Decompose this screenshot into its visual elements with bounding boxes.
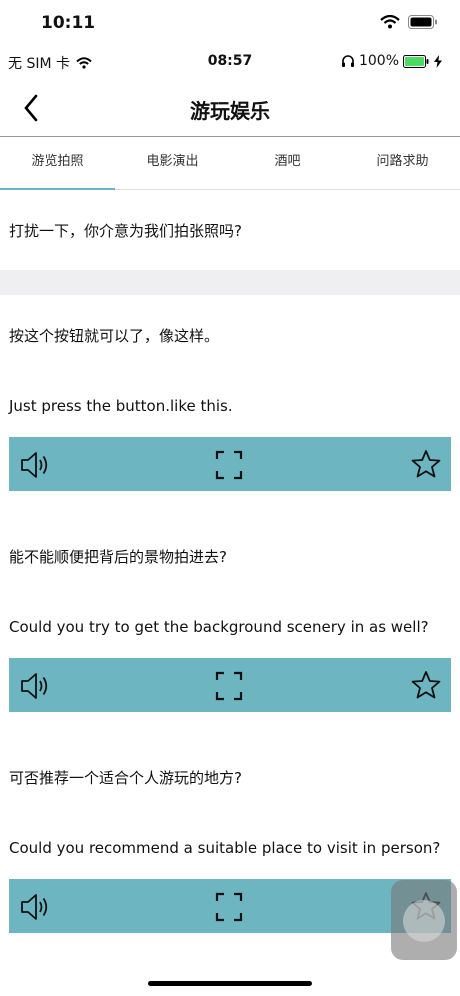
expand-icon[interactable] bbox=[215, 892, 243, 922]
wifi-icon bbox=[380, 15, 400, 29]
phrase-action-bar bbox=[9, 437, 451, 491]
phrase-english: Could you recommend a suitable place to … bbox=[9, 839, 441, 857]
carrier-status-bar: 无 SIM 卡 08:57 100% bbox=[0, 50, 460, 76]
page-title: 游玩娱乐 bbox=[190, 99, 270, 123]
phrase-english: Could you try to get the background scen… bbox=[9, 618, 429, 636]
star-icon[interactable] bbox=[411, 449, 441, 479]
phrase-action-bar bbox=[9, 879, 451, 933]
battery-icon bbox=[403, 54, 429, 68]
phrase-card: 能不能顺便把背后的景物拍进去? Could you try to get the… bbox=[0, 516, 460, 712]
phrase-card: 按这个按钮就可以了，像这样。 Just press the button.lik… bbox=[0, 295, 460, 491]
phrase-chinese: 按这个按钮就可以了，像这样。 bbox=[9, 326, 220, 345]
battery-icon bbox=[408, 15, 437, 29]
speaker-icon[interactable] bbox=[19, 450, 49, 480]
phrase-header: 打扰一下，你介意为我们拍张照吗? bbox=[0, 190, 460, 270]
star-icon[interactable] bbox=[411, 670, 441, 700]
category-tabs: 游览拍照 电影演出 酒吧 问路求助 bbox=[0, 137, 460, 190]
tab-sightseeing[interactable]: 游览拍照 bbox=[0, 137, 115, 190]
phrase-list: 打扰一下，你介意为我们拍张照吗? 按这个按钮就可以了，像这样。 Just pre… bbox=[0, 190, 460, 958]
assistive-touch-button[interactable] bbox=[391, 880, 457, 960]
tab-directions[interactable]: 问路求助 bbox=[345, 137, 460, 189]
status-icons bbox=[380, 15, 438, 29]
tab-bar[interactable]: 酒吧 bbox=[230, 137, 345, 189]
assistive-touch-inner bbox=[403, 900, 445, 942]
phrase-chinese: 能不能顺便把背后的景物拍进去? bbox=[9, 547, 227, 566]
expand-icon[interactable] bbox=[215, 671, 243, 701]
phrase-english: Just press the button.like this. bbox=[9, 397, 233, 415]
speaker-icon[interactable] bbox=[19, 892, 49, 922]
phrase-chinese: 可否推荐一个适合个人游玩的地方? bbox=[9, 768, 242, 787]
navigation-bar: 游玩娱乐 bbox=[0, 80, 460, 137]
home-indicator[interactable] bbox=[148, 981, 312, 986]
headphones-icon bbox=[341, 55, 354, 67]
phrase-action-bar bbox=[9, 658, 451, 712]
expand-icon[interactable] bbox=[215, 450, 243, 480]
speaker-icon[interactable] bbox=[19, 671, 49, 701]
battery-percent: 100% bbox=[358, 53, 399, 69]
separator bbox=[0, 270, 460, 295]
tab-movies[interactable]: 电影演出 bbox=[115, 137, 230, 189]
charging-icon bbox=[434, 54, 442, 68]
status-time: 10:11 bbox=[41, 13, 96, 33]
ios-status-bar: 10:11 bbox=[0, 0, 460, 44]
